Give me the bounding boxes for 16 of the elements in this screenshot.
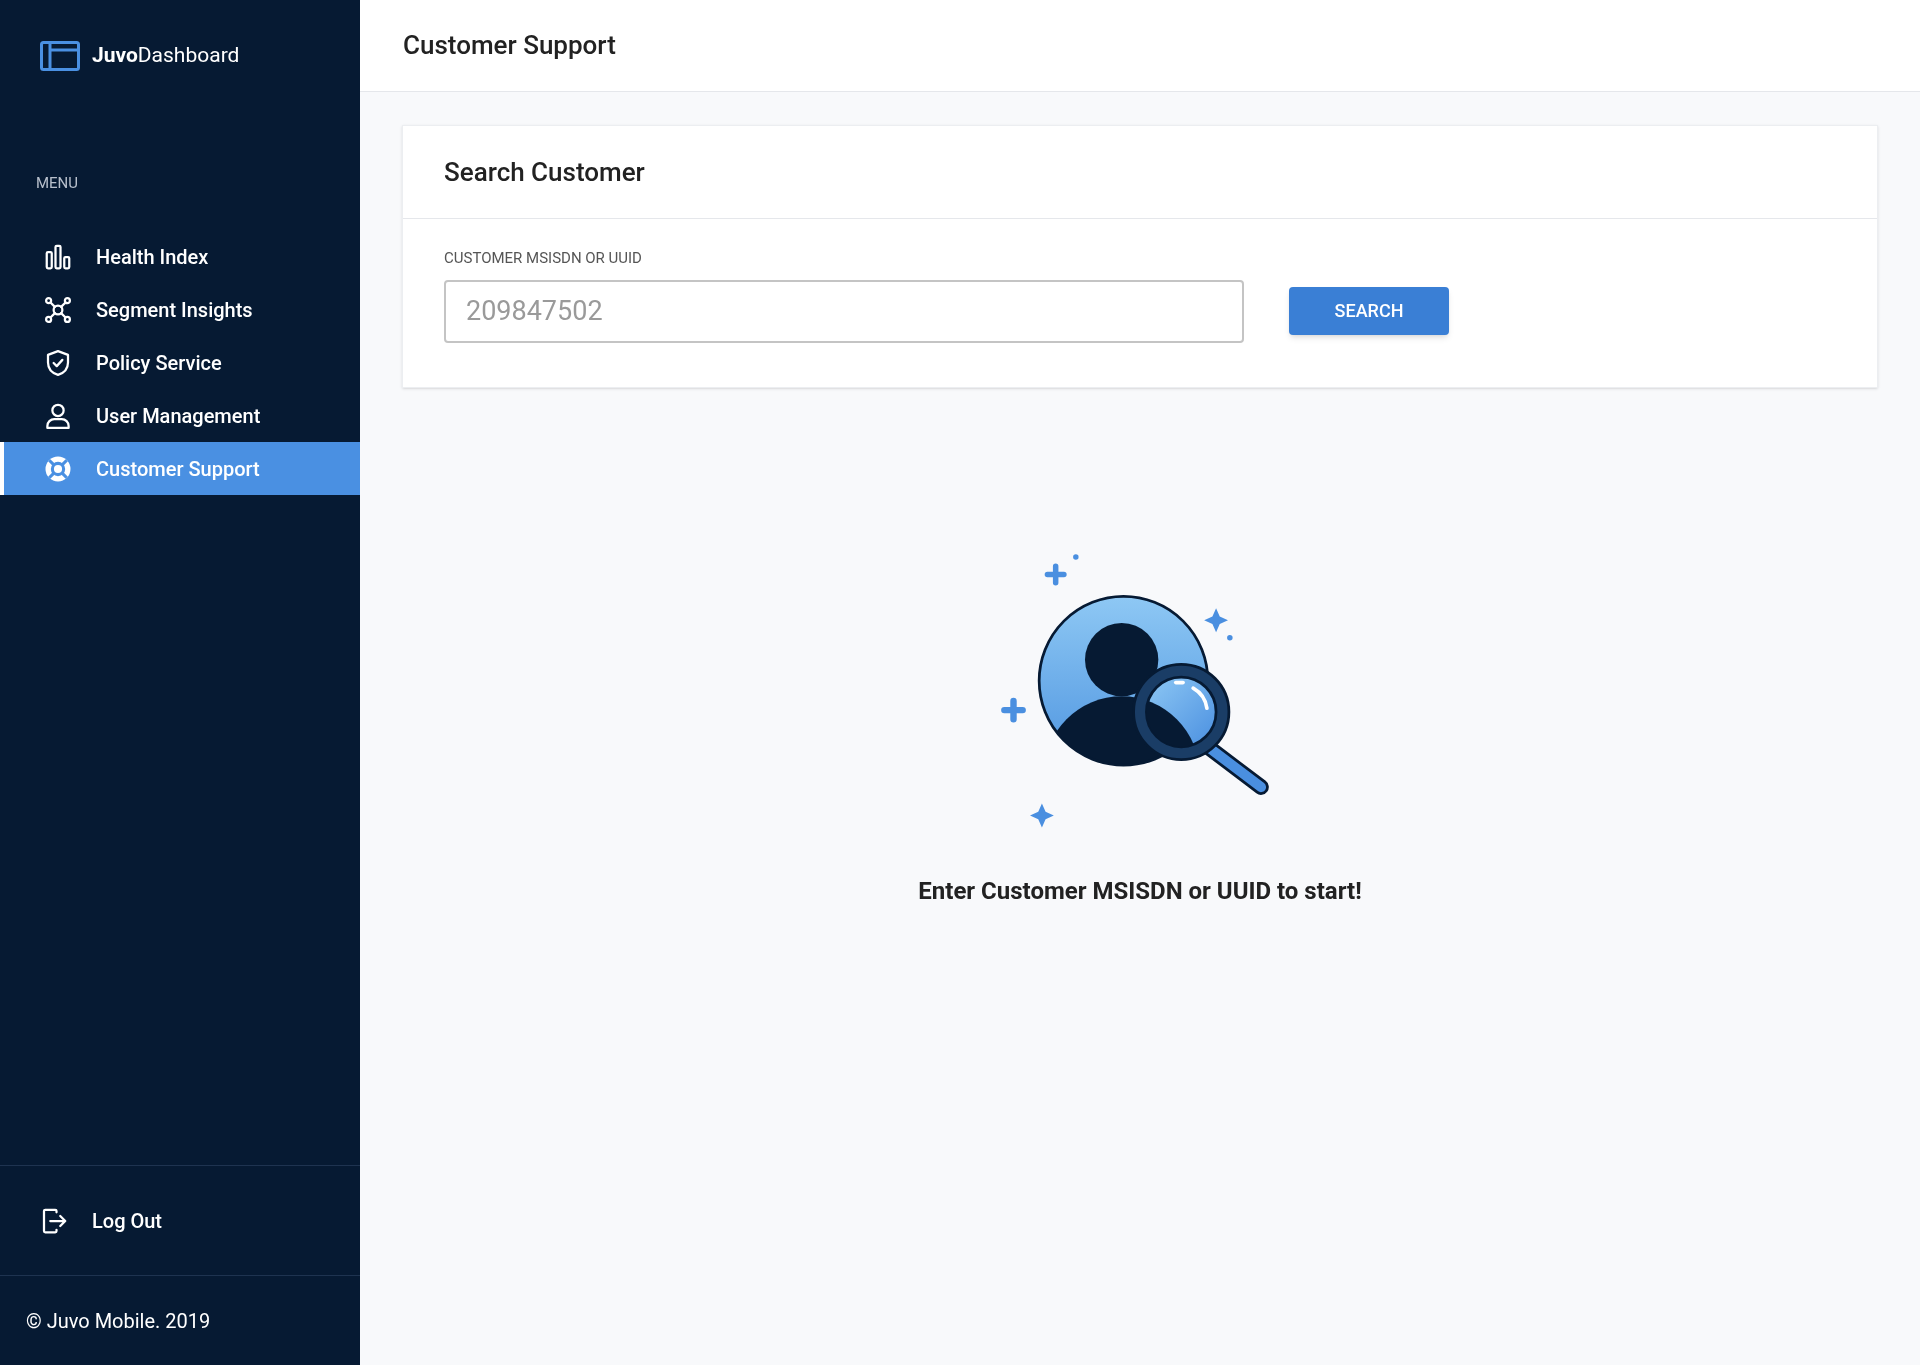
copyright-text: © Juvo Mobile. 2019 [26,1307,211,1335]
sidebar-item[interactable]: User Management [0,389,360,442]
page-title: Customer Support [403,29,616,62]
empty-state-message: Enter Customer MSISDN or UUID to start! [918,875,1362,907]
sidebar-item[interactable]: Policy Service [0,336,360,389]
field-label: CUSTOMER MSISDN OR UUID [444,248,642,269]
logout-link[interactable]: Log Out [0,1205,163,1236]
logo-icon [40,40,80,71]
network-icon [43,294,73,325]
card-title: Search Customer [444,155,645,189]
search-input[interactable]: 209847502 [444,279,1244,343]
search-button[interactable]: SEARCH [1289,286,1449,335]
menu-label: MENU [35,172,80,194]
sidebar-item[interactable]: Segment Insights [0,283,360,336]
sidebar-item[interactable]: Health Index [0,230,360,283]
app-logo-text: JuvoDashboard [92,42,240,69]
